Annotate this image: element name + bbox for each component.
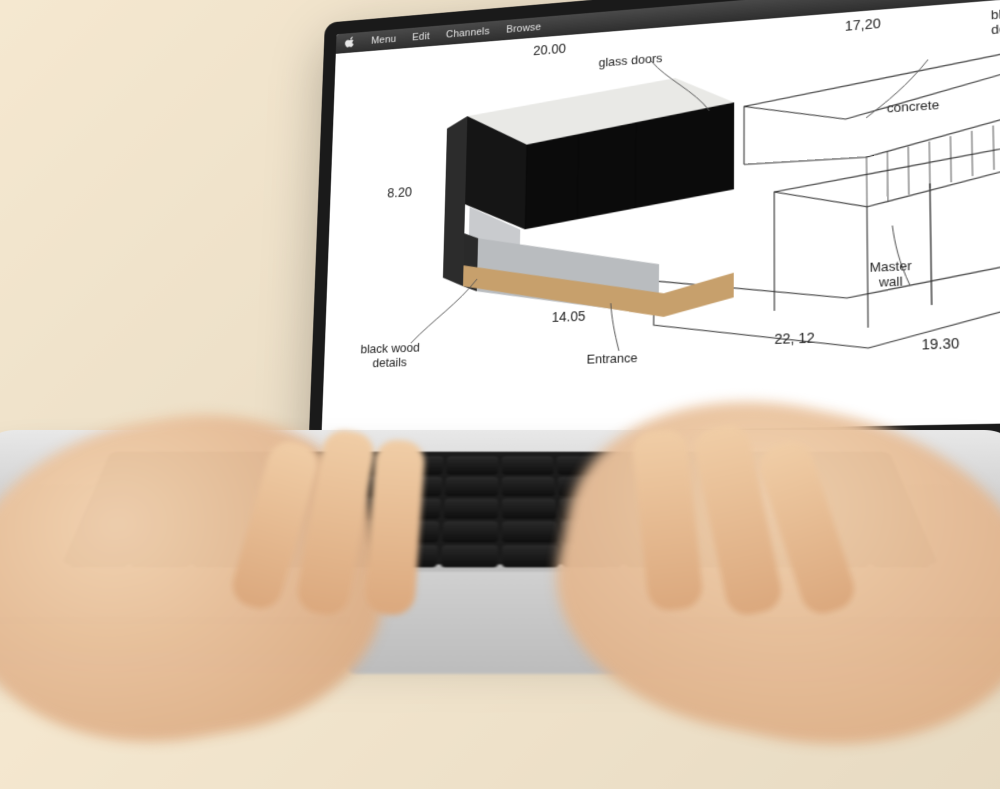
label-entrance: Entrance: [587, 351, 638, 367]
label-black-truncated: black deta: [991, 6, 1000, 38]
design-canvas[interactable]: 20.00 17,20 8.20 14.05 22, 12 19.30 glas…: [321, 0, 1000, 437]
label-black-wood: black wood details: [360, 341, 420, 371]
render-block: [442, 74, 735, 325]
menu-item-channels[interactable]: Channels: [446, 26, 490, 40]
dim-top-left: 20.00: [533, 41, 566, 58]
dim-left: 8.20: [387, 184, 412, 200]
dim-mid-right: 22, 12: [774, 329, 814, 347]
menu-item-menu[interactable]: Menu: [371, 34, 396, 47]
screen: Menu Edit Channels Browse: [321, 0, 1000, 437]
apple-logo-icon: [345, 36, 356, 49]
dim-far-right: 19.30: [921, 335, 959, 353]
screen-bezel: Menu Edit Channels Browse: [308, 0, 1000, 454]
label-master-wall: Master wall: [870, 259, 912, 291]
dim-top-right: 17,20: [845, 15, 881, 33]
menu-item-edit[interactable]: Edit: [412, 31, 430, 43]
menu-item-browse[interactable]: Browse: [506, 22, 541, 36]
dim-front: 14.05: [552, 308, 586, 325]
